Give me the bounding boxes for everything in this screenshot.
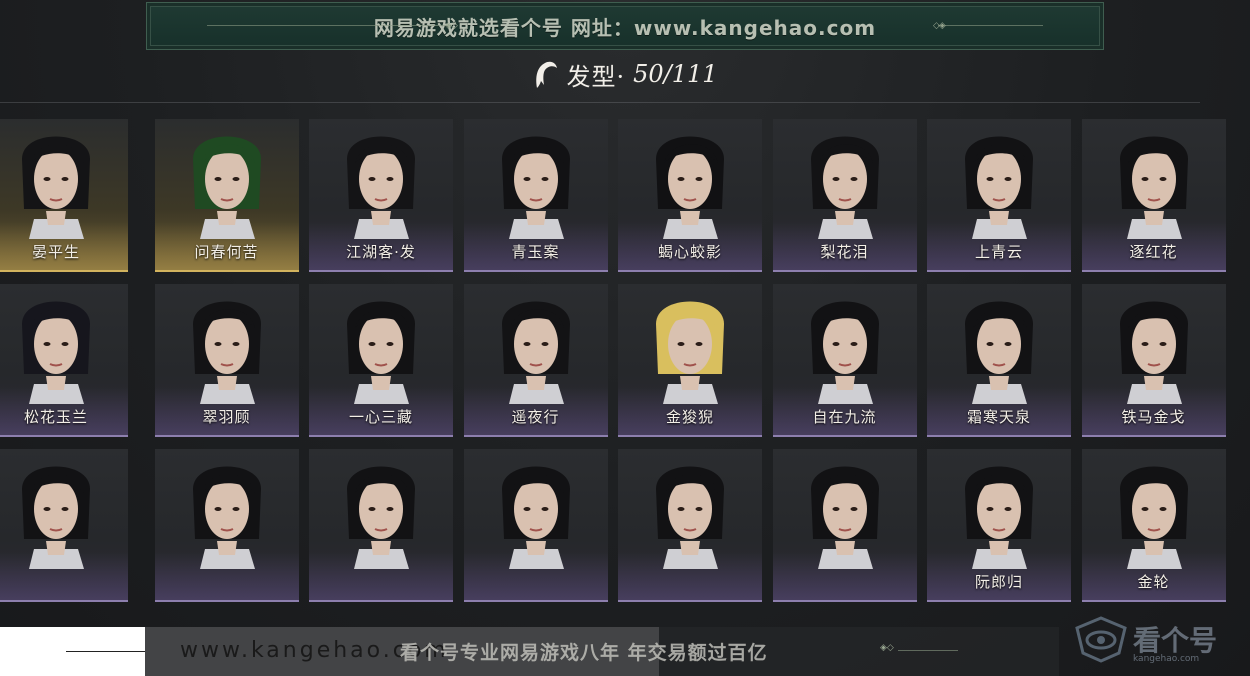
- hairstyle-name: 翠羽顾: [202, 408, 251, 426]
- section-header: 发型· 50/111: [0, 56, 1250, 92]
- hairstyle-portrait: [347, 466, 415, 569]
- banner-ornament-line-left: [207, 25, 452, 26]
- hairstyle-portrait: [347, 301, 415, 404]
- watermark-slogan: 看个号专业网易游戏八年 年交易额过百亿: [400, 642, 768, 664]
- watermark-diamond-icon: ◈◇: [880, 643, 894, 653]
- hairstyle-card[interactable]: 阮郎归: [927, 449, 1071, 602]
- hairstyle-name: 自在九流: [812, 408, 877, 426]
- banner-diamond-icon: ◇◈: [933, 21, 946, 31]
- section-label: 发型·: [566, 62, 626, 91]
- hairstyle-name: 晏平生: [31, 243, 80, 261]
- hairstyle-name: 一心三藏: [348, 408, 413, 426]
- hairstyle-portrait: [965, 301, 1033, 404]
- hairstyle-portrait: [1119, 466, 1188, 569]
- hairstyle-card[interactable]: 松花玉兰: [0, 284, 128, 437]
- watermark-logo: 看个号 kangehao.com: [1073, 608, 1243, 670]
- hairstyle-card[interactable]: 霜寒天泉: [927, 284, 1071, 437]
- hairstyle-card[interactable]: 上青云: [927, 119, 1071, 272]
- hairstyle-card[interactable]: 金狻猊: [618, 284, 762, 437]
- hairstyle-portrait: [965, 136, 1033, 239]
- hairstyle-portrait: [192, 301, 261, 404]
- hairstyle-portrait: [965, 466, 1033, 569]
- watermark-ornament-line: [898, 650, 958, 651]
- hairstyle-card[interactable]: 逐红花: [1081, 119, 1226, 272]
- hairstyle-card[interactable]: 梨花泪: [772, 119, 917, 272]
- hairstyle-name: 金轮: [1137, 573, 1170, 591]
- hairstyle-name: 逐红花: [1129, 243, 1178, 261]
- hairstyle-portrait: [656, 466, 724, 569]
- hairstyle-portrait: [810, 466, 879, 569]
- hairstyle-name: 蝎心蛟影: [657, 243, 722, 261]
- hairstyle-portrait: [810, 301, 879, 404]
- hairstyle-portrait: [192, 466, 261, 569]
- hairstyle-name: 青玉案: [511, 243, 560, 261]
- hairstyle-portrait: [656, 136, 724, 239]
- hairstyle-name: 遥夜行: [511, 408, 560, 426]
- header-divider: [0, 102, 1200, 103]
- hairstyle-name: 上青云: [974, 243, 1023, 261]
- hairstyle-card[interactable]: 翠羽顾: [154, 284, 299, 437]
- logo-subtext: kangehao.com: [1133, 654, 1200, 664]
- hairstyle-portrait: [501, 466, 570, 569]
- hairstyle-portrait: [810, 136, 879, 239]
- hairstyle-card[interactable]: 江湖客·发: [309, 119, 453, 272]
- hairstyle-card[interactable]: 铁马金戈: [1081, 284, 1226, 437]
- hairstyle-card[interactable]: [618, 449, 762, 602]
- hairstyle-card[interactable]: [772, 449, 917, 602]
- hairstyle-card[interactable]: 自在九流: [772, 284, 917, 437]
- hair-icon: [536, 61, 558, 88]
- hairstyle-card[interactable]: [154, 449, 299, 602]
- hairstyle-grid: 晏平生 问春何苦 江湖客·发 青玉案 蝎心蛟影 梨花泪 上青云 逐红花松花玉兰 翠羽顾 一心三藏 遥…: [0, 119, 1226, 602]
- hairstyle-name: 铁马金戈: [1121, 408, 1186, 426]
- hairstyle-card[interactable]: 金轮: [1081, 449, 1226, 602]
- collection-count: 50/111: [633, 60, 718, 88]
- logo-text: 看个号: [1133, 624, 1218, 657]
- hairstyle-card[interactable]: 问春何苦: [154, 119, 299, 272]
- banner-diamond-icon: ◈◇: [445, 21, 458, 31]
- hairstyle-name: 梨花泪: [820, 243, 869, 261]
- hairstyle-portrait: [1119, 301, 1188, 404]
- hairstyle-portrait: [22, 301, 90, 404]
- eye-shield-icon: [1075, 616, 1127, 663]
- hairstyle-portrait: [22, 466, 90, 569]
- hairstyle-card[interactable]: [463, 449, 608, 602]
- hairstyle-portrait: [192, 136, 261, 239]
- hairstyle-name: 阮郎归: [974, 573, 1023, 591]
- hairstyle-card[interactable]: 青玉案: [463, 119, 608, 272]
- hairstyle-portrait: [347, 136, 415, 239]
- hairstyle-card[interactable]: [309, 449, 453, 602]
- hairstyle-card[interactable]: 蝎心蛟影: [618, 119, 762, 272]
- hairstyle-card[interactable]: [0, 449, 128, 602]
- hairstyle-portrait: [1119, 136, 1188, 239]
- hairstyle-card[interactable]: 晏平生: [0, 119, 128, 272]
- hairstyle-name: 问春何苦: [194, 243, 259, 261]
- hairstyle-card[interactable]: 一心三藏: [309, 284, 453, 437]
- hairstyle-name: 松花玉兰: [23, 408, 88, 426]
- hairstyle-name: 金狻猊: [665, 408, 714, 426]
- hairstyle-card[interactable]: 遥夜行: [463, 284, 608, 437]
- hairstyle-portrait: [22, 136, 90, 239]
- hairstyle-portrait: [656, 301, 724, 404]
- hairstyle-name: 江湖客·发: [346, 243, 416, 261]
- promo-banner: ◈◇ 网易游戏就选看个号 网址：www.kangehao.com ◇◈: [146, 2, 1104, 50]
- banner-ornament-line-right: [938, 25, 1043, 26]
- hairstyle-portrait: [501, 136, 570, 239]
- hairstyle-portrait: [501, 301, 570, 404]
- hairstyle-name: 霜寒天泉: [966, 408, 1031, 426]
